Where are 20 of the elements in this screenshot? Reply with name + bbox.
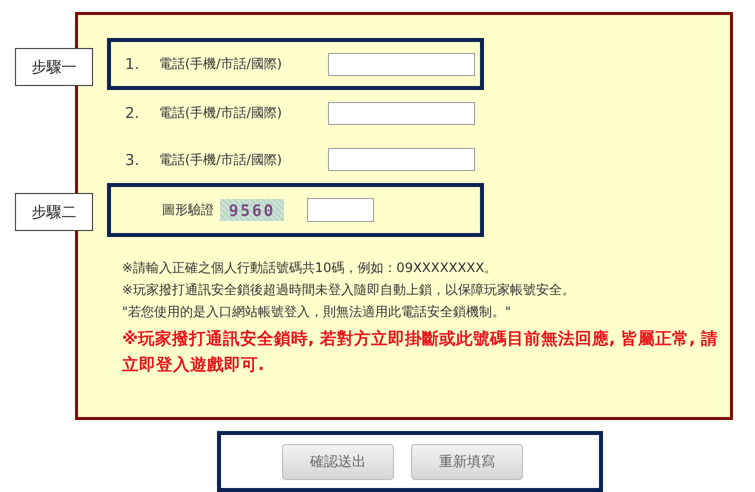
row-number: 3. bbox=[125, 150, 140, 168]
step-label: 步驟二 bbox=[15, 193, 93, 231]
captcha-input[interactable] bbox=[307, 198, 374, 222]
form-button[interactable]: 確認送出 bbox=[282, 444, 394, 480]
phone-label: 電話(手機/市話/國際) bbox=[159, 152, 283, 168]
note-text: ※玩家撥打通訊安全鎖後超過時間未登入隨即自動上鎖，以保障玩家帳號安全。 bbox=[122, 282, 576, 300]
phone-label: 電話(手機/市話/國際) bbox=[159, 105, 283, 122]
warning-note: ※玩家撥打通訊安全鎖時, 若對方立即掛斷或此號碼目前無法回應, 皆屬正常, 請立即登入遊戲即可. bbox=[122, 328, 720, 376]
note-text: ※請輸入正確之個人行動話號碼共10碼，例如：09XXXXXXXX。 bbox=[122, 260, 498, 278]
row-number: 1. bbox=[125, 55, 140, 73]
note-text: "若您使用的是入口網站帳號登入，則無法適用此電話安全鎖機制。" bbox=[122, 304, 512, 322]
phone-input[interactable] bbox=[328, 52, 475, 76]
captcha-code: 9560 bbox=[220, 199, 284, 221]
phone-input[interactable] bbox=[328, 102, 475, 124]
phone-input[interactable] bbox=[328, 148, 475, 171]
captcha-label: 圖形驗證 bbox=[162, 202, 214, 219]
form-button[interactable]: 重新填寫 bbox=[411, 444, 523, 480]
phone-label: 電話(手機/市話/國際) bbox=[159, 56, 283, 73]
row-number: 2. bbox=[125, 104, 140, 122]
step-label: 步驟一 bbox=[15, 48, 93, 86]
